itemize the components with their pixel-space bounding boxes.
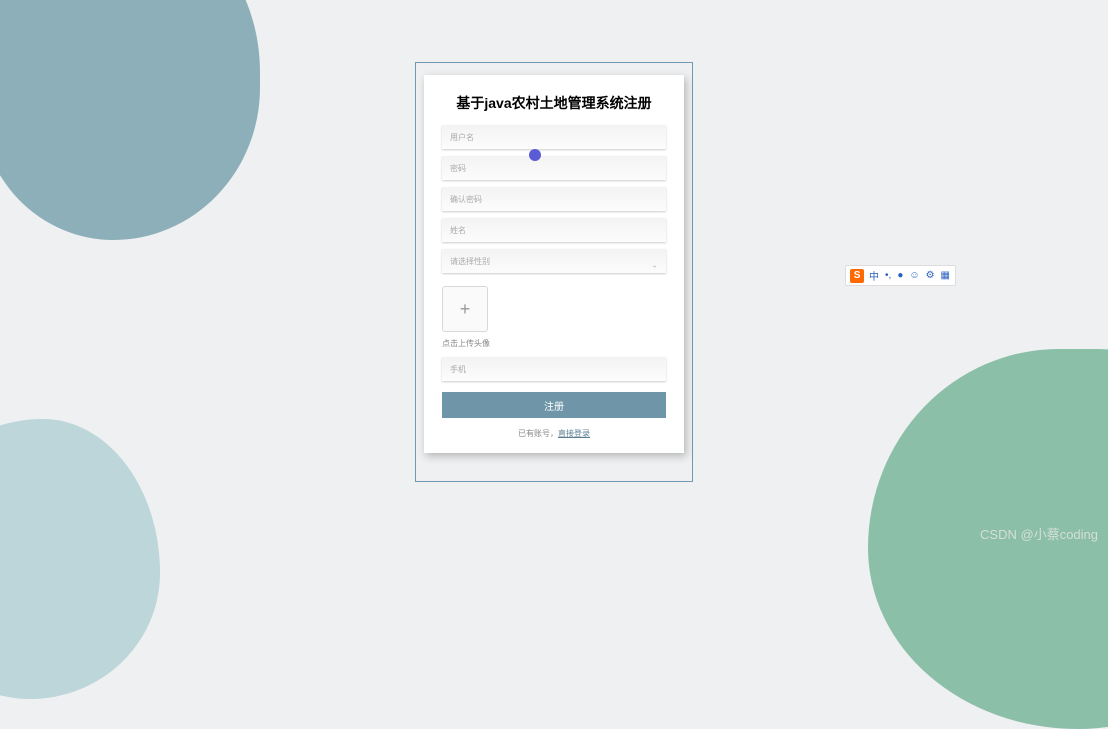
name-input[interactable] <box>442 218 666 242</box>
watermark: CSDN @小蔡coding <box>980 524 1098 543</box>
ime-logo-icon[interactable]: S <box>850 269 864 283</box>
ime-item-emoji-icon[interactable]: ☺ <box>908 270 920 281</box>
register-button[interactable]: 注册 <box>442 392 666 418</box>
phone-input[interactable] <box>442 357 666 381</box>
avatar-upload-label: 点击上传头像 <box>442 338 666 349</box>
gender-select-wrapper: ⌄ <box>442 249 666 280</box>
ime-item-mic-icon[interactable]: ● <box>896 270 904 281</box>
username-input[interactable] <box>442 125 666 149</box>
cursor-indicator <box>529 149 541 161</box>
plus-icon: + <box>460 299 471 320</box>
ime-item-grid-icon[interactable]: ▦ <box>940 270 951 281</box>
has-account-text: 已有账号， <box>518 429 558 438</box>
password-input[interactable] <box>442 156 666 180</box>
decorative-blob-top-left <box>0 0 260 240</box>
ime-item-punct[interactable]: •, <box>884 270 892 281</box>
bottom-links: 已有账号，直接登录 <box>442 428 666 439</box>
avatar-upload-box[interactable]: + <box>442 286 488 332</box>
gender-select[interactable] <box>442 249 666 273</box>
ime-item-settings-icon[interactable]: ⚙ <box>925 270 936 281</box>
registration-form-panel: 基于java农村土地管理系统注册 ⌄ + 点击上传头像 注册 已有账号，直接登录 <box>424 75 684 453</box>
login-link[interactable]: 直接登录 <box>558 429 590 438</box>
decorative-blob-bottom-left <box>0 419 160 699</box>
ime-item-lang[interactable]: 中 <box>868 268 880 283</box>
ime-toolbar[interactable]: S 中 •, ● ☺ ⚙ ▦ <box>845 265 956 286</box>
page-title: 基于java农村土地管理系统注册 <box>442 93 666 113</box>
confirm-password-input[interactable] <box>442 187 666 211</box>
